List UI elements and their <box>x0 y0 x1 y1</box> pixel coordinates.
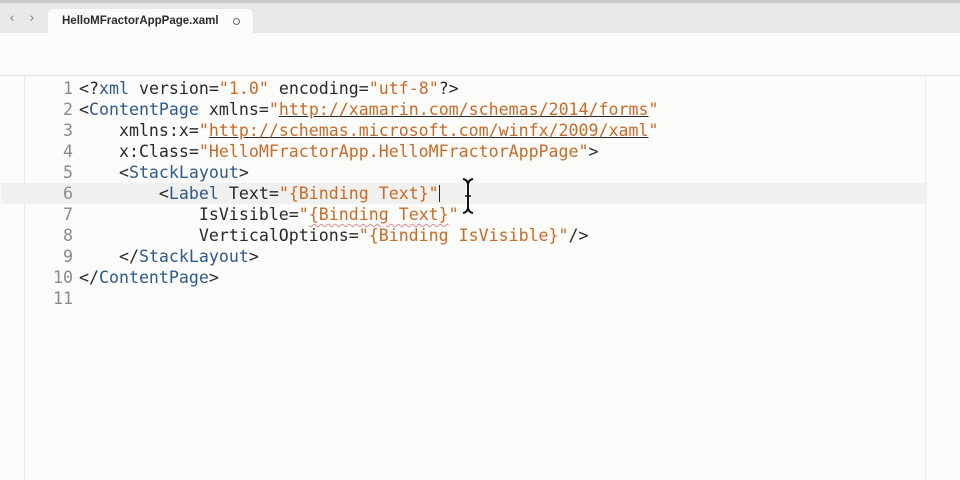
code-text: xmlns:x="http://schemas.microsoft.com/wi… <box>79 120 659 141</box>
code-token: ContentPage <box>98 268 209 287</box>
tab-title: HelloMFractorAppPage.xaml <box>62 15 219 27</box>
code-token: " <box>198 121 209 140</box>
line-number: 11 <box>53 289 73 308</box>
code-token: > <box>588 142 599 161</box>
code-token: {Binding Text} <box>308 205 449 224</box>
code-token: xml <box>98 79 129 98</box>
code-token: Label <box>168 184 219 203</box>
line-number: 7 <box>63 205 73 224</box>
line-number: 9 <box>63 247 73 266</box>
code-token: < <box>79 184 169 203</box>
code-token: > <box>248 247 259 266</box>
code-token: <? <box>79 79 99 98</box>
code-editor[interactable]: 1 <?xml version="1.0" encoding="utf-8"?> 2… <box>1 76 927 480</box>
code-text: <StackLayout> <box>79 162 249 183</box>
code-token: > <box>238 163 249 182</box>
line-number: 10 <box>53 268 73 287</box>
code-line[interactable]: 8 VerticalOptions="{Binding IsVisible}"/… <box>1 225 927 246</box>
code-token: xmlns:x= <box>79 121 199 140</box>
code-line[interactable]: 10 </ContentPage> <box>1 267 927 288</box>
code-token: IsVisible= <box>79 205 299 224</box>
line-number: 4 <box>63 142 73 161</box>
code-token: ContentPage <box>89 100 199 119</box>
code-token: </ <box>79 247 139 266</box>
code-token: VerticalOptions= <box>79 226 359 245</box>
code-token: " <box>648 100 659 119</box>
text-caret <box>438 185 440 202</box>
code-line[interactable]: 2 <ContentPage xmlns="http://xamarin.com/… <box>1 99 927 120</box>
code-token: </ <box>79 268 99 287</box>
code-token: "1.0" <box>218 79 269 98</box>
line-number: 6 <box>63 184 73 203</box>
line-number: 2 <box>63 100 73 119</box>
text-ibeam-cursor-icon <box>462 177 474 215</box>
code-text: <Label Text="{Binding Text}" <box>79 183 440 204</box>
editor-window: ‹ › HelloMFractorAppPage.xaml 1 <?xml ver… <box>0 0 960 480</box>
code-token: < <box>79 100 89 119</box>
code-line[interactable]: 4 x:Class="HelloMFractorApp.HelloMFracto… <box>1 141 927 162</box>
code-text: <?xml version="1.0" encoding="utf-8"?> <box>79 78 459 99</box>
toolbar-area <box>0 33 960 76</box>
code-token: ?> <box>438 79 459 98</box>
code-token: http://schemas.microsoft.com/winfx/2009/… <box>208 121 649 140</box>
code-token: Text= <box>218 184 279 203</box>
code-token: > <box>208 268 219 287</box>
code-token: encoding= <box>268 79 369 98</box>
code-line[interactable]: 11 <box>1 288 927 309</box>
tab-bar: ‹ › HelloMFractorAppPage.xaml <box>0 0 960 36</box>
code-token: " <box>298 205 309 224</box>
line-number: 3 <box>63 121 73 140</box>
chevron-right-icon[interactable]: › <box>24 11 40 27</box>
code-text: </ContentPage> <box>79 267 219 288</box>
code-token: "HelloMFractorApp.HelloMFractorAppPage" <box>198 142 589 161</box>
code-token: "utf-8" <box>368 79 439 98</box>
line-number: 1 <box>63 79 73 98</box>
code-token: < <box>79 163 129 182</box>
code-token: StackLayout <box>128 163 239 182</box>
code-line[interactable]: 1 <?xml version="1.0" encoding="utf-8"?> <box>1 78 927 99</box>
code-line[interactable]: 9 </StackLayout> <box>1 246 927 267</box>
code-token: xmlns= <box>198 100 269 119</box>
code-token: " <box>648 121 659 140</box>
line-number: 8 <box>63 226 73 245</box>
code-token: x:Class= <box>79 142 199 161</box>
unsaved-dot-close-icon[interactable] <box>233 18 240 25</box>
code-token: /> <box>568 226 589 245</box>
code-text: <ContentPage xmlns="http://xamarin.com/s… <box>79 99 658 120</box>
code-token: "{Binding IsVisible}" <box>358 226 569 245</box>
code-text: VerticalOptions="{Binding IsVisible}"/> <box>79 225 589 246</box>
code-text: </StackLayout> <box>79 246 259 267</box>
code-text: x:Class="HelloMFractorApp.HelloMFractorA… <box>79 141 599 162</box>
code-token: " <box>448 205 459 224</box>
code-token: "{Binding Text}" <box>278 184 439 203</box>
code-token: " <box>268 100 279 119</box>
code-token: StackLayout <box>138 247 249 266</box>
line-number: 5 <box>63 163 73 182</box>
code-line[interactable]: 3 xmlns:x="http://schemas.microsoft.com/… <box>1 120 927 141</box>
code-text: IsVisible="{Binding Text}" <box>79 204 459 225</box>
code-token: http://xamarin.com/schemas/2014/forms <box>278 100 649 119</box>
tab-active-file[interactable]: HelloMFractorAppPage.xaml <box>48 9 253 36</box>
code-token: version= <box>128 79 219 98</box>
chevron-left-icon[interactable]: ‹ <box>4 11 20 27</box>
